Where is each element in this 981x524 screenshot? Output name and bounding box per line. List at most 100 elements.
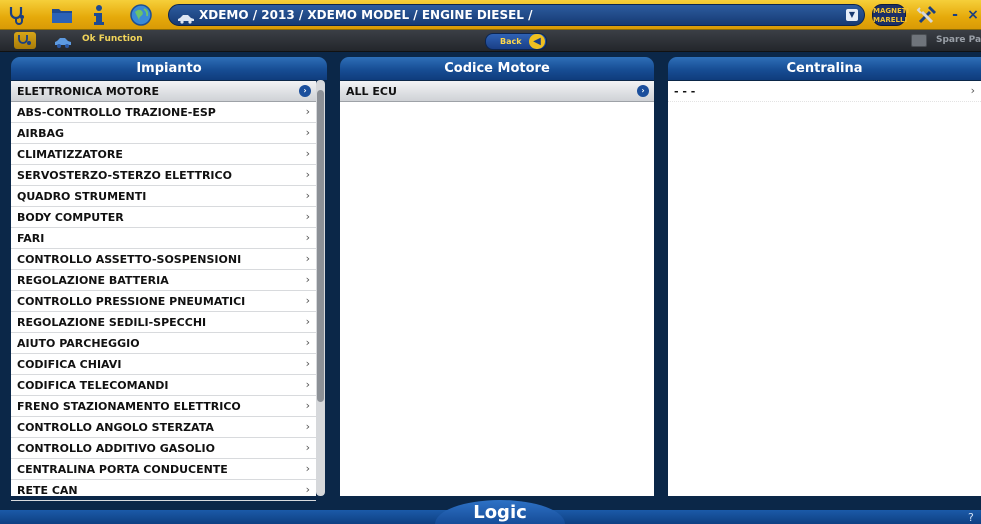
- chevron-right-icon: ›: [305, 483, 310, 496]
- car-icon: [177, 10, 195, 25]
- chevron-right-icon: ›: [305, 168, 310, 181]
- centralina-list: - - - ›: [668, 81, 981, 496]
- impianto-item[interactable]: CONTROLLO ADDITIVO GASOLIO ›: [11, 438, 316, 459]
- impianto-item[interactable]: CODIFICA TELECOMANDI ›: [11, 375, 316, 396]
- chevron-right-icon: ›: [305, 210, 310, 223]
- impianto-item-label: AIUTO PARCHEGGIO: [17, 337, 140, 350]
- scrollbar-thumb[interactable]: [317, 90, 324, 402]
- breadcrumb-text: XDEMO / 2013 / XDEMO MODEL / ENGINE DIES…: [199, 8, 533, 22]
- impianto-item-label: QUADRO STRUMENTI: [17, 190, 147, 203]
- impianto-item-label: CODIFICA CHIAVI: [17, 358, 122, 371]
- chevron-right-icon: ›: [305, 147, 310, 160]
- impianto-item[interactable]: CONTROLLO PRESSIONE PNEUMATICI ›: [11, 291, 316, 312]
- back-button[interactable]: Back ◀: [485, 33, 547, 50]
- impianto-list: ELETTRONICA MOTORE › ABS-CONTROLLO TRAZION…: [11, 81, 316, 501]
- impianto-item-label: FARI: [17, 232, 45, 245]
- chevron-right-icon: ›: [305, 336, 310, 349]
- spare-parts-icon[interactable]: [911, 34, 927, 47]
- chevron-right-icon: ›: [305, 420, 310, 433]
- minimize-button[interactable]: -: [948, 3, 962, 27]
- selected-arrow-icon: ›: [299, 85, 311, 97]
- codice-motore-item[interactable]: ALL ECU ›: [340, 81, 654, 102]
- impianto-item-label: ELETTRONICA MOTORE: [17, 85, 159, 98]
- top-bar: XDEMO / 2013 / XDEMO MODEL / ENGINE DIES…: [0, 0, 981, 30]
- chevron-down-icon[interactable]: ▼: [846, 9, 858, 21]
- impianto-item[interactable]: QUADRO STRUMENTI ›: [11, 186, 316, 207]
- impianto-item[interactable]: REGOLAZIONE BATTERIA ›: [11, 270, 316, 291]
- logic-brand: Logic: [435, 500, 565, 524]
- codice-motore-column: Codice Motore ALL ECU ›: [340, 57, 654, 496]
- impianto-item[interactable]: CONTROLLO ASSETTO-SOSPENSIONI ›: [11, 249, 316, 270]
- magneti-marelli-logo: MAGNETI MARELLI: [872, 4, 909, 26]
- car-search-icon[interactable]: [54, 34, 74, 53]
- centralina-column: Centralina - - - ›: [668, 57, 981, 496]
- impianto-item-label: BODY COMPUTER: [17, 211, 124, 224]
- chevron-right-icon: ›: [305, 378, 310, 391]
- impianto-item-label: SERVOSTERZO-STERZO ELETTRICO: [17, 169, 232, 182]
- breadcrumb[interactable]: XDEMO / 2013 / XDEMO MODEL / ENGINE DIES…: [168, 4, 865, 26]
- globe-icon[interactable]: [129, 3, 153, 27]
- impianto-item-label: RETE CAN: [17, 484, 78, 497]
- impianto-item-label: CONTROLLO ADDITIVO GASOLIO: [17, 442, 215, 455]
- chevron-right-icon: ›: [305, 462, 310, 475]
- codice-motore-header: Codice Motore: [340, 57, 654, 80]
- impianto-item-label: CLIMATIZZATORE: [17, 148, 123, 161]
- impianto-column: Impianto ELETTRONICA MOTORE › ABS-CONTROLL…: [11, 57, 327, 501]
- stethoscope-small-icon[interactable]: [14, 32, 36, 49]
- ok-function-label[interactable]: Ok Function: [82, 34, 143, 44]
- function-bar: Ok Function Back ◀ Spare Parts: [0, 30, 981, 52]
- folder-icon[interactable]: [50, 3, 74, 27]
- centralina-item[interactable]: - - - ›: [668, 81, 981, 102]
- chevron-right-icon: ›: [305, 105, 310, 118]
- impianto-item-label: REGOLAZIONE SEDILI-SPECCHI: [17, 316, 207, 329]
- impianto-item-label: CODIFICA TELECOMANDI: [17, 379, 169, 392]
- impianto-item-label: CONTROLLO ASSETTO-SOSPENSIONI: [17, 253, 242, 266]
- impianto-item[interactable]: SERVOSTERZO-STERZO ELETTRICO ›: [11, 165, 316, 186]
- impianto-item-label: REGOLAZIONE BATTERIA: [17, 274, 169, 287]
- arrow-left-icon: ◀: [529, 34, 545, 49]
- chevron-right-icon: ›: [305, 273, 310, 286]
- impianto-item[interactable]: ELETTRONICA MOTORE ›: [11, 81, 316, 102]
- impianto-item[interactable]: AIUTO PARCHEGGIO ›: [11, 333, 316, 354]
- chevron-right-icon: ›: [305, 294, 310, 307]
- impianto-item[interactable]: REGOLAZIONE SEDILI-SPECCHI ›: [11, 312, 316, 333]
- close-button[interactable]: ×: [966, 3, 980, 27]
- stethoscope-icon[interactable]: [6, 3, 28, 27]
- chevron-right-icon: ›: [305, 189, 310, 202]
- impianto-item-label: CENTRALINA PORTA CONDUCENTE: [17, 463, 228, 476]
- impianto-item[interactable]: CENTRALINA PORTA CONDUCENTE ›: [11, 459, 316, 480]
- tools-icon[interactable]: [916, 3, 938, 27]
- chevron-right-icon: ›: [305, 441, 310, 454]
- info-icon[interactable]: [92, 3, 106, 27]
- chevron-right-icon: ›: [305, 399, 310, 412]
- centralina-item-label: - - -: [674, 85, 696, 98]
- codice-motore-item-label: ALL ECU: [346, 85, 397, 98]
- codice-motore-list: ALL ECU ›: [340, 81, 654, 496]
- chevron-right-icon: ›: [305, 357, 310, 370]
- impianto-item[interactable]: ABS-CONTROLLO TRAZIONE-ESP ›: [11, 102, 316, 123]
- impianto-scrollbar[interactable]: [316, 80, 325, 496]
- impianto-header: Impianto: [11, 57, 327, 80]
- impianto-item-label: CONTROLLO PRESSIONE PNEUMATICI: [17, 295, 246, 308]
- chevron-right-icon: ›: [305, 231, 310, 244]
- impianto-item[interactable]: CODIFICA CHIAVI ›: [11, 354, 316, 375]
- help-icon[interactable]: ?: [968, 511, 974, 524]
- chevron-right-icon: ›: [305, 126, 310, 139]
- impianto-item[interactable]: CLIMATIZZATORE ›: [11, 144, 316, 165]
- impianto-item[interactable]: AIRBAG ›: [11, 123, 316, 144]
- chevron-right-icon: ›: [970, 84, 975, 97]
- impianto-item-label: FRENO STAZIONAMENTO ELETTRICO: [17, 400, 241, 413]
- impianto-item-label: AIRBAG: [17, 127, 65, 140]
- impianto-item[interactable]: FRENO STAZIONAMENTO ELETTRICO ›: [11, 396, 316, 417]
- chevron-right-icon: ›: [305, 252, 310, 265]
- impianto-item[interactable]: CONTROLLO ANGOLO STERZATA ›: [11, 417, 316, 438]
- back-label: Back: [500, 37, 522, 46]
- spare-parts-label[interactable]: Spare Parts: [936, 35, 981, 45]
- impianto-item[interactable]: FARI ›: [11, 228, 316, 249]
- impianto-item[interactable]: RETE CAN ›: [11, 480, 316, 501]
- centralina-header: Centralina: [668, 57, 981, 80]
- chevron-right-icon: ›: [305, 315, 310, 328]
- impianto-item-label: CONTROLLO ANGOLO STERZATA: [17, 421, 214, 434]
- selected-arrow-icon: ›: [637, 85, 649, 97]
- impianto-item[interactable]: BODY COMPUTER ›: [11, 207, 316, 228]
